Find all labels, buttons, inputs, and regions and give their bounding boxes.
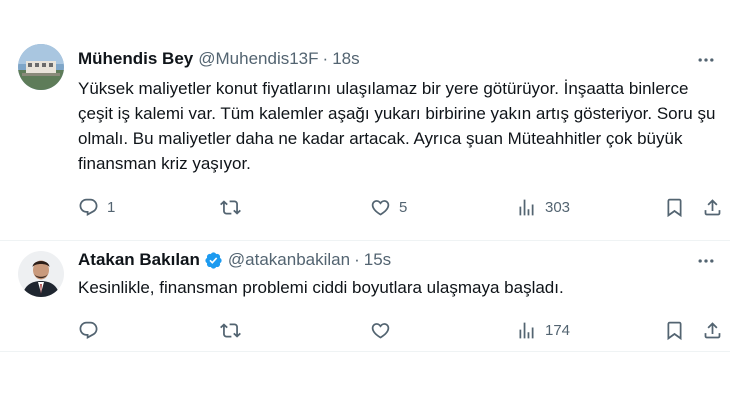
bookmark-icon	[667, 198, 682, 217]
like-count: 5	[399, 198, 408, 216]
reply-icon	[79, 198, 98, 216]
share-icon	[704, 198, 721, 215]
retweet-button[interactable]	[220, 315, 249, 345]
separator-dot: ·	[322, 49, 329, 68]
like-button[interactable]	[370, 315, 399, 345]
bookmark-button[interactable]	[664, 192, 685, 222]
tweet[interactable]: Atakan Bakılan @atakanbakilan · 15s Kesi…	[0, 241, 730, 352]
verified-badge-icon	[204, 251, 223, 270]
timestamp[interactable]: 18s	[332, 49, 359, 69]
tweet-header: Atakan Bakılan @atakanbakilan · 15s	[78, 250, 391, 270]
more-options-button[interactable]	[694, 48, 718, 72]
views-button[interactable]: 174	[516, 315, 570, 345]
share-button[interactable]	[702, 315, 723, 345]
more-options-button[interactable]	[694, 249, 718, 273]
avatar[interactable]	[18, 44, 64, 90]
reply-icon	[79, 321, 98, 339]
reply-button[interactable]	[78, 315, 107, 345]
user-handle[interactable]: @Muhendis13F	[198, 49, 318, 69]
tweet[interactable]: Mühendis Bey @Muhendis13F · 18s Yüksek m…	[0, 0, 730, 241]
retweet-button[interactable]	[220, 192, 249, 222]
like-button[interactable]: 5	[370, 192, 407, 222]
views-count: 303	[545, 198, 571, 216]
reply-count: 1	[107, 198, 116, 216]
bookmark-button[interactable]	[664, 315, 685, 345]
like-icon	[371, 322, 390, 339]
separator-dot: ·	[354, 250, 360, 269]
reply-button[interactable]: 1	[78, 192, 115, 222]
tweet-actions: 174	[72, 315, 722, 345]
views-count: 174	[545, 321, 571, 339]
views-icon	[519, 322, 534, 338]
tweet-header: Mühendis Bey @Muhendis13F · 18s	[78, 49, 360, 69]
avatar[interactable]	[18, 251, 64, 297]
user-handle[interactable]: @atakanbakilan	[228, 250, 350, 270]
tweet-actions: 1 5 303	[72, 192, 722, 222]
more-icon	[698, 259, 714, 263]
bookmark-icon	[667, 321, 682, 340]
tweet-text: Yüksek maliyetler konut fiyatlarını ulaş…	[78, 79, 716, 173]
share-icon	[704, 321, 721, 338]
views-icon	[519, 199, 534, 215]
display-name[interactable]: Atakan Bakılan	[78, 250, 200, 270]
timestamp[interactable]: 15s	[364, 250, 391, 270]
views-button[interactable]: 303	[516, 192, 570, 222]
more-icon	[698, 58, 714, 62]
tweet-text: Kesinlikle, finansman problemi ciddi boy…	[78, 278, 564, 297]
display-name[interactable]: Mühendis Bey	[78, 49, 193, 69]
like-icon	[371, 199, 390, 216]
share-button[interactable]	[702, 192, 723, 222]
retweet-icon	[220, 322, 241, 338]
retweet-icon	[220, 199, 241, 215]
